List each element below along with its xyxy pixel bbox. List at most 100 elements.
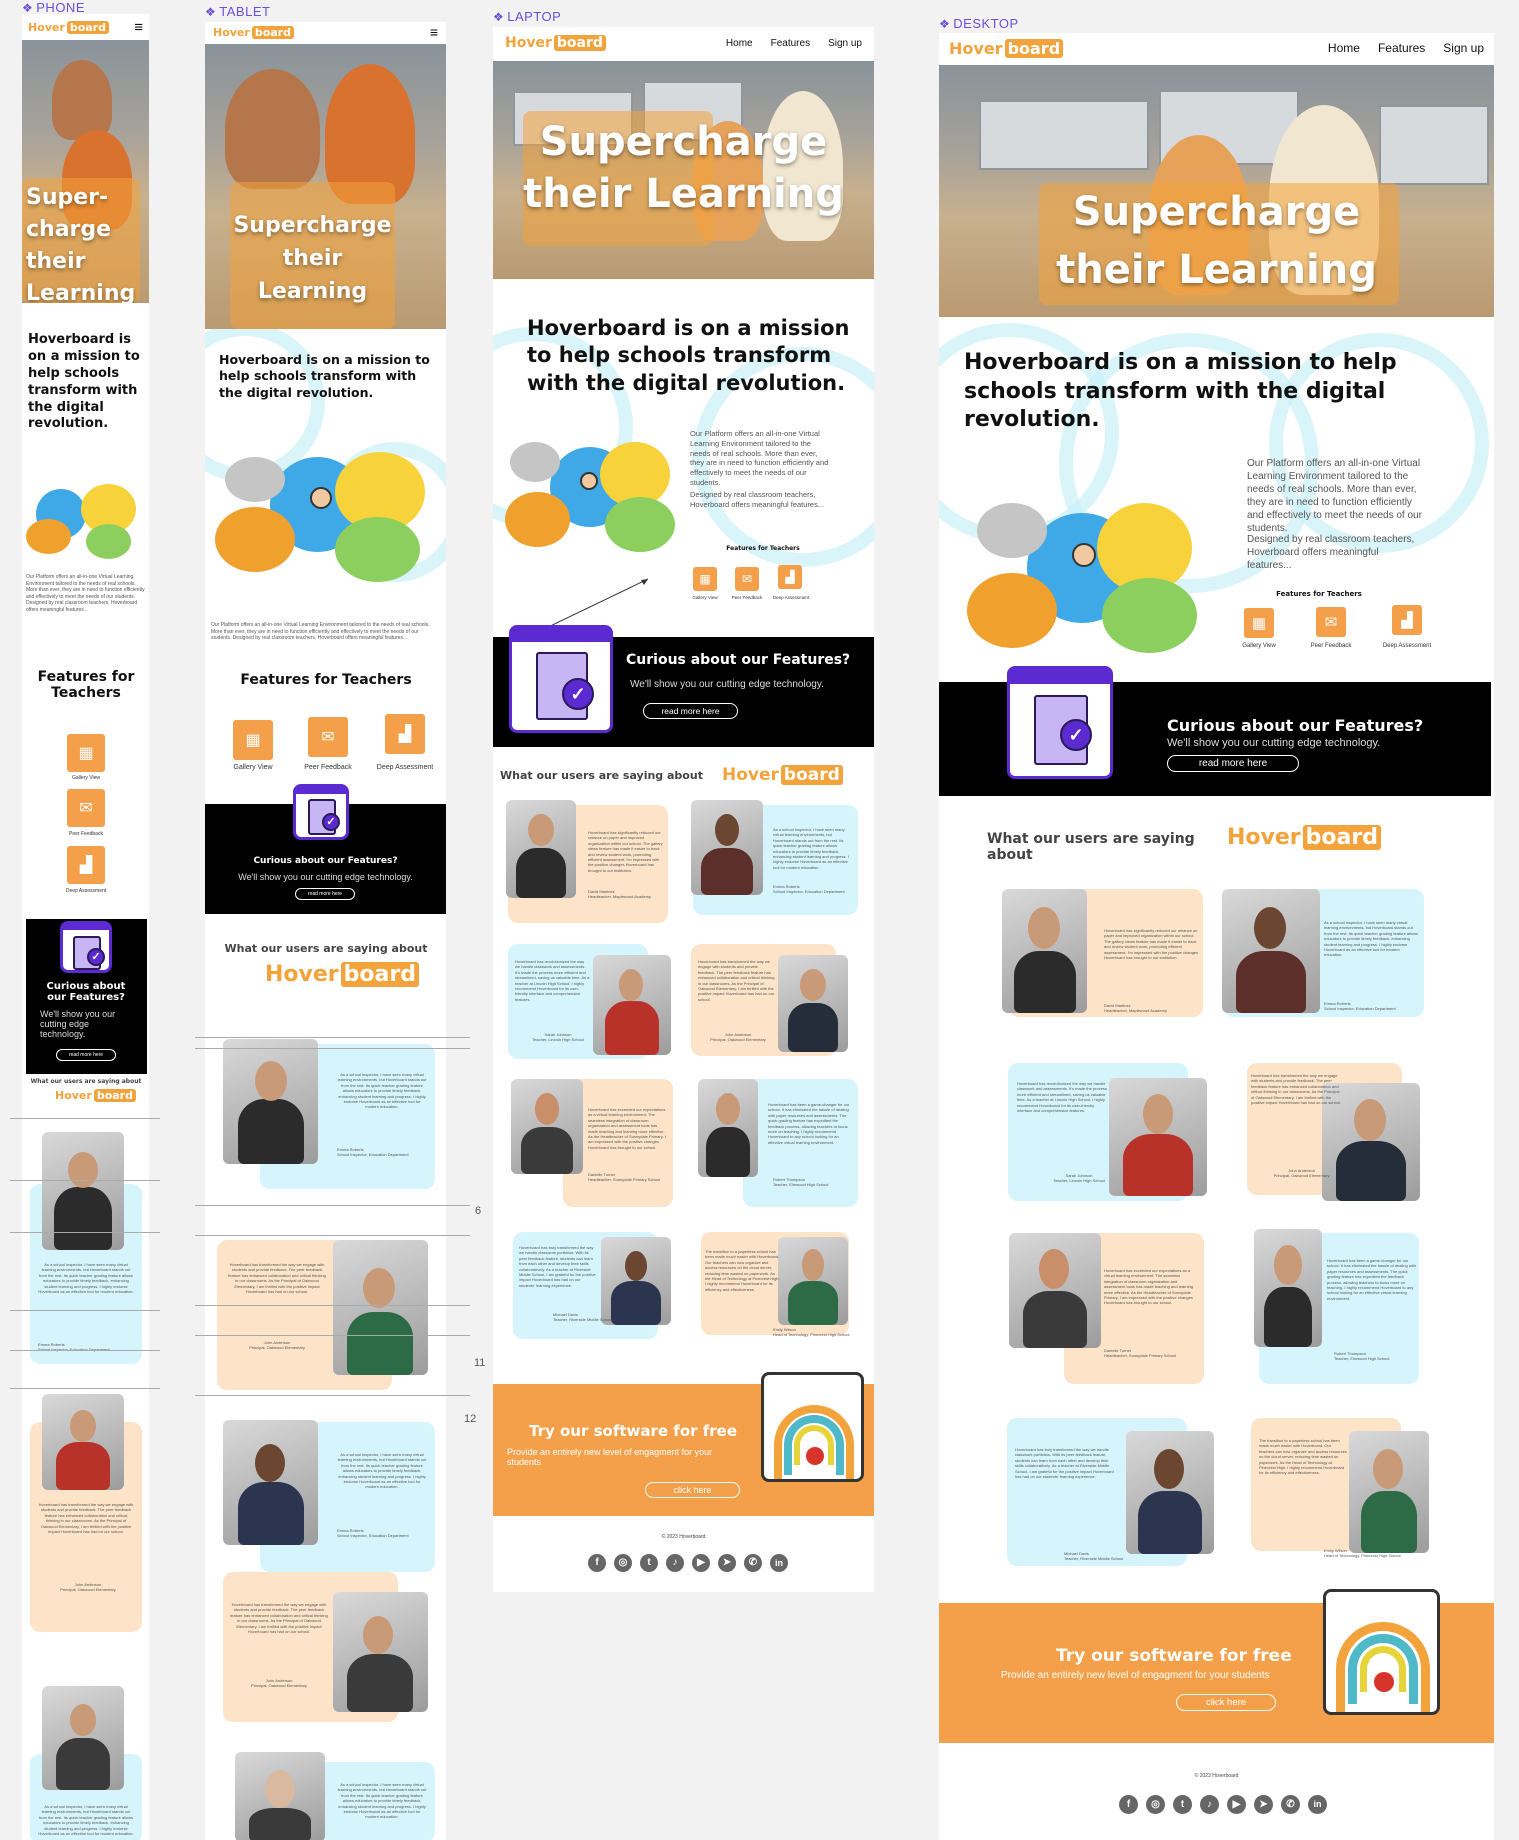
twitter-icon[interactable]: t [1173, 1795, 1192, 1814]
instagram-icon[interactable]: ◎ [1146, 1795, 1165, 1814]
teachers-illustration [967, 473, 1202, 653]
tiktok-icon[interactable]: ♪ [666, 1554, 684, 1572]
testimonial-quote: Hoverboard has transformed the way we en… [230, 1602, 328, 1634]
chat-icon[interactable]: ✉ [308, 717, 348, 757]
nav-features[interactable]: Features [1378, 41, 1425, 55]
gallery-icon[interactable]: ▦ [233, 720, 273, 760]
about-paragraph-1: Our Platform offers an all-in-one Virtua… [690, 429, 829, 487]
testimonial-photo [1009, 1233, 1101, 1348]
logo: Hover board [265, 962, 419, 987]
mission-heading: Hoverboard is on a mission to help schoo… [28, 332, 140, 432]
guide-line [195, 1037, 470, 1038]
logo[interactable]: Hover board [28, 20, 109, 34]
hamburger-menu-icon[interactable]: ≡ [134, 19, 143, 36]
testimonial-quote: As a school inspector, I have seen many … [38, 1262, 134, 1294]
telegram-icon[interactable]: ➤ [718, 1554, 736, 1572]
laptop-frame: Hover board Home Features Sign up Superchar… [493, 27, 874, 1592]
whatsapp-icon[interactable]: ✆ [1281, 1795, 1300, 1814]
logo[interactable]: Hover board [949, 38, 1064, 58]
bar-chart-icon[interactable]: ▟ [385, 714, 425, 754]
users-title: What our users are saying about [987, 831, 1195, 863]
linkedin-icon[interactable]: in [1308, 1795, 1327, 1814]
instagram-icon[interactable]: ◎ [614, 1554, 632, 1572]
gallery-icon[interactable]: ▦ [693, 567, 717, 591]
logo[interactable]: Hover board [213, 25, 294, 39]
feature-label: Gallery View [233, 764, 273, 771]
feature-label: Peer Feedback [69, 831, 103, 837]
feature-label: Deep Assessment [772, 595, 810, 600]
testimonial-quote: Hoverboard has truly transformed the way… [1015, 1447, 1114, 1479]
hamburger-menu-icon[interactable]: ≡ [430, 24, 438, 40]
teachers-illustration [505, 422, 680, 557]
guide-line [10, 1310, 160, 1311]
document-check-icon: ✓ [293, 784, 349, 840]
tiktok-icon[interactable]: ♪ [1200, 1795, 1219, 1814]
gallery-icon[interactable]: ▦ [67, 734, 105, 772]
bar-chart-icon[interactable]: ▟ [778, 565, 802, 589]
nav-signup[interactable]: Sign up [828, 38, 862, 49]
nav-signup[interactable]: Sign up [1443, 41, 1484, 55]
telegram-icon[interactable]: ➤ [1254, 1795, 1273, 1814]
gallery-icon[interactable]: ▦ [1244, 608, 1274, 638]
youtube-icon[interactable]: ▶ [692, 1554, 710, 1572]
click-here-button[interactable]: click here [645, 1482, 740, 1498]
facebook-icon[interactable]: f [588, 1554, 606, 1572]
tablet-frame: Hover board ≡ Supercharge their Learning Ho… [205, 22, 446, 1840]
chat-icon[interactable]: ✉ [1316, 607, 1346, 637]
youtube-icon[interactable]: ▶ [1227, 1795, 1246, 1814]
testimonial-quote: Hoverboard has truly transformed the way… [519, 1245, 596, 1288]
facebook-icon[interactable]: f [1119, 1795, 1138, 1814]
read-more-button[interactable]: read more here [643, 703, 738, 719]
document-check-icon: ✓ [509, 625, 613, 733]
read-more-button[interactable]: read more here [295, 888, 355, 900]
testimonial-photo [506, 800, 576, 898]
linkedin-icon[interactable]: in [770, 1554, 788, 1572]
guide-line [10, 1350, 160, 1351]
testimonial-author: Michael Davis Teacher, Riverside Middle S… [1064, 1551, 1124, 1561]
try-title: Try our software for free [1056, 1646, 1292, 1666]
hero-title: Super-charge their Learning [26, 185, 136, 303]
testimonial-quote: Hoverboard has significantly reduced our… [1104, 928, 1199, 960]
testimonial-photo [1109, 1078, 1207, 1196]
whatsapp-icon[interactable]: ✆ [744, 1554, 762, 1572]
bar-chart-icon[interactable]: ▟ [1392, 605, 1422, 635]
chat-icon[interactable]: ✉ [67, 789, 105, 827]
nav-home[interactable]: Home [726, 38, 753, 49]
copyright: © 2023 Hoverboard [661, 1534, 706, 1540]
testimonial-author: Emma RobertsSchool Inspector, Education … [1324, 1001, 1396, 1011]
laptop-nav: Hover board Home Features Sign up [493, 27, 874, 59]
logo: Hover board [722, 765, 843, 785]
feature-label: Gallery View [72, 775, 100, 781]
copyright: © 2023 Hoverboard [1194, 1773, 1239, 1779]
testimonial-photo [1002, 889, 1087, 1013]
testimonial-author: Robert Thompson Teacher, Elmwood High Sch… [773, 1177, 829, 1187]
click-here-button[interactable]: click here [1176, 1694, 1276, 1711]
mission-heading: Hoverboard is on a mission to help schoo… [527, 316, 850, 395]
bar-chart-icon[interactable]: ▟ [67, 846, 105, 884]
curious-subtitle: We'll show you our cutting edge technolo… [238, 872, 413, 882]
guide-line [195, 1305, 470, 1306]
testimonial-photo [1349, 1431, 1429, 1553]
feature-label: Deep Assessment [65, 888, 107, 894]
testimonial-quote: Hoverboard has revolutionized the way we… [1017, 1081, 1107, 1113]
feature-label: Peer Feedback [1310, 643, 1352, 649]
about-paragraph-1: Our Platform offers an all-in-one Virtua… [1247, 458, 1422, 534]
nav-links: Home Features Sign up [1310, 41, 1484, 55]
read-more-button[interactable]: read more here [1167, 755, 1299, 772]
guide-line [10, 1232, 160, 1233]
testimonial-photo [235, 1752, 325, 1840]
testimonial-quote: As a school inspector, I have seen many … [1324, 920, 1419, 958]
read-more-button[interactable]: read more here [56, 1049, 116, 1061]
logo: Hover board [55, 1089, 136, 1102]
chat-icon[interactable]: ✉ [735, 567, 759, 591]
nav-home[interactable]: Home [1328, 41, 1360, 55]
logo[interactable]: Hover board [505, 35, 606, 51]
twitter-icon[interactable]: t [640, 1554, 658, 1572]
testimonial-quote: Hoverboard has been a game-changer for o… [1327, 1258, 1416, 1301]
nav-features[interactable]: Features [771, 38, 810, 49]
users-title: What our users are saying about [30, 1078, 142, 1085]
testimonial-author: John Anderson Principal, Oakwood Elementa… [249, 1340, 305, 1350]
testimonial-quote: Hoverboard has transformed the way we en… [228, 1262, 326, 1294]
users-title: What our users are saying about [224, 942, 428, 955]
document-check-icon: ✓ [1007, 666, 1113, 779]
